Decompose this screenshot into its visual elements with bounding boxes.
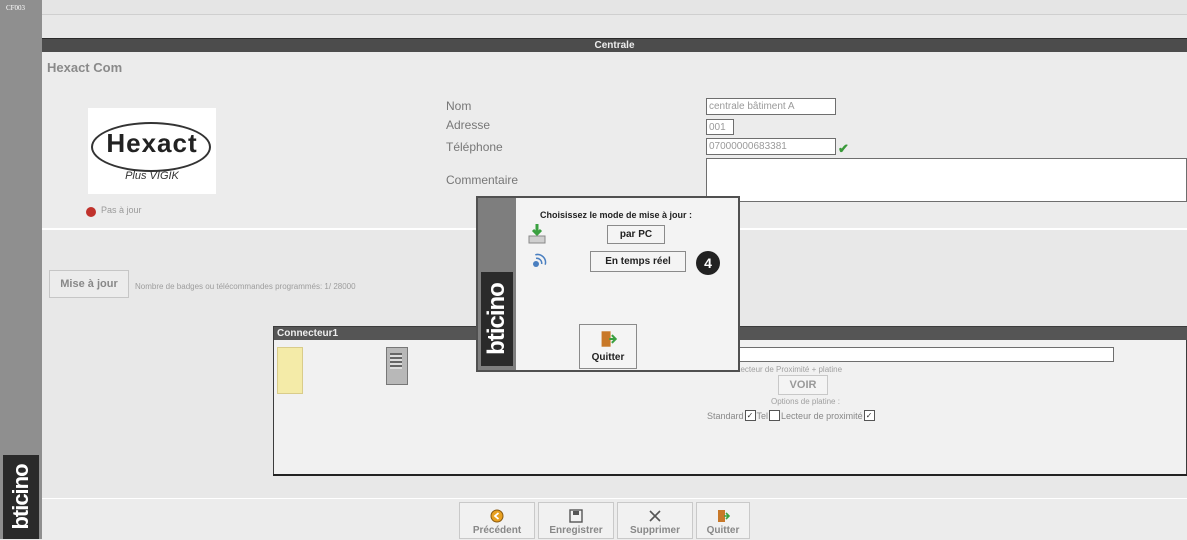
adresse-field[interactable]: 001 (706, 119, 734, 135)
dialog-quit-label: Quitter (591, 352, 625, 363)
delete-label: Supprimer (629, 525, 680, 536)
nom-label: Nom (446, 99, 472, 113)
exit-door-icon (601, 331, 617, 347)
download-icon (528, 224, 546, 244)
voir-button[interactable]: VOIR (778, 375, 828, 395)
connector-divider (273, 474, 1187, 476)
telephone-label: Téléphone (446, 140, 503, 154)
delete-button[interactable]: Supprimer (617, 502, 693, 539)
check-icon: ✔ (838, 141, 849, 156)
hexact-logo: Hexact Plus VIGIK (88, 108, 216, 194)
status-text: Pas à jour (101, 205, 142, 215)
commentaire-label: Commentaire (446, 173, 519, 187)
save-button[interactable]: Enregistrer (538, 502, 614, 539)
save-label: Enregistrer (549, 525, 603, 536)
brand-text: bticino (8, 464, 33, 530)
dialog-brand-logo: bticino (481, 272, 513, 366)
par-pc-button[interactable]: par PC (607, 225, 665, 244)
previous-label: Précédent (472, 525, 522, 536)
previous-button[interactable]: Précédent (459, 502, 535, 539)
quit-button[interactable]: Quitter (696, 502, 750, 539)
top-strip (42, 0, 1187, 15)
step-badge: 4 (696, 251, 720, 275)
option-tel-label: Tel (756, 410, 769, 421)
exit-door-icon (718, 510, 730, 522)
device-icon[interactable] (386, 347, 408, 385)
realtime-button[interactable]: En temps réel (590, 251, 686, 272)
commentaire-field[interactable] (706, 158, 1187, 202)
proximity-label: Lecteur de Proximité + platine (736, 365, 843, 374)
proximity-field[interactable] (736, 347, 1114, 362)
dialog-quit-button[interactable]: Quitter (579, 324, 637, 369)
quit-label: Quitter (706, 525, 740, 536)
dialog-title: Choisissez le mode de mise à jour : (540, 210, 693, 220)
dialog-brand-bar: bticino (478, 198, 516, 370)
brand-logo: bticino (3, 455, 39, 539)
tel-checkbox[interactable] (769, 410, 781, 421)
delete-x-icon (649, 510, 661, 522)
connector-title: Connecteur1 (277, 328, 339, 339)
options-row: Standard ✓ Tel Lecteur de proximité ✓ (707, 410, 876, 421)
telephone-field[interactable]: 07000000683381 (706, 138, 836, 155)
wireless-icon (533, 253, 547, 267)
save-icon (569, 509, 583, 523)
nom-field[interactable]: centrale bâtiment A (706, 98, 836, 115)
badges-count-text: Nombre de badges ou télécommandes progra… (135, 282, 356, 291)
page-code: CF003 (6, 4, 26, 12)
status-error-icon (86, 207, 96, 217)
option-standard-label: Standard (707, 410, 744, 421)
section-title: Hexact Com (47, 60, 123, 75)
note-icon[interactable] (277, 347, 303, 394)
options-label: Options de platine : (771, 397, 840, 406)
logo-sub: Plus VIGIK (125, 170, 179, 182)
title-bar: Centrale (42, 38, 1187, 53)
footer-toolbar (42, 498, 1187, 540)
window-title: Centrale (594, 40, 635, 51)
dialog-brand-text: bticino (483, 283, 510, 355)
back-arrow-icon (490, 509, 504, 523)
logo-word: Hexact (106, 128, 198, 158)
option-lecteur-label: Lecteur de proximité (781, 410, 863, 421)
standard-checkbox[interactable]: ✓ (744, 410, 756, 421)
adresse-label: Adresse (446, 118, 491, 132)
update-button[interactable]: Mise à jour (49, 270, 129, 298)
lecteur-checkbox[interactable]: ✓ (863, 410, 875, 421)
